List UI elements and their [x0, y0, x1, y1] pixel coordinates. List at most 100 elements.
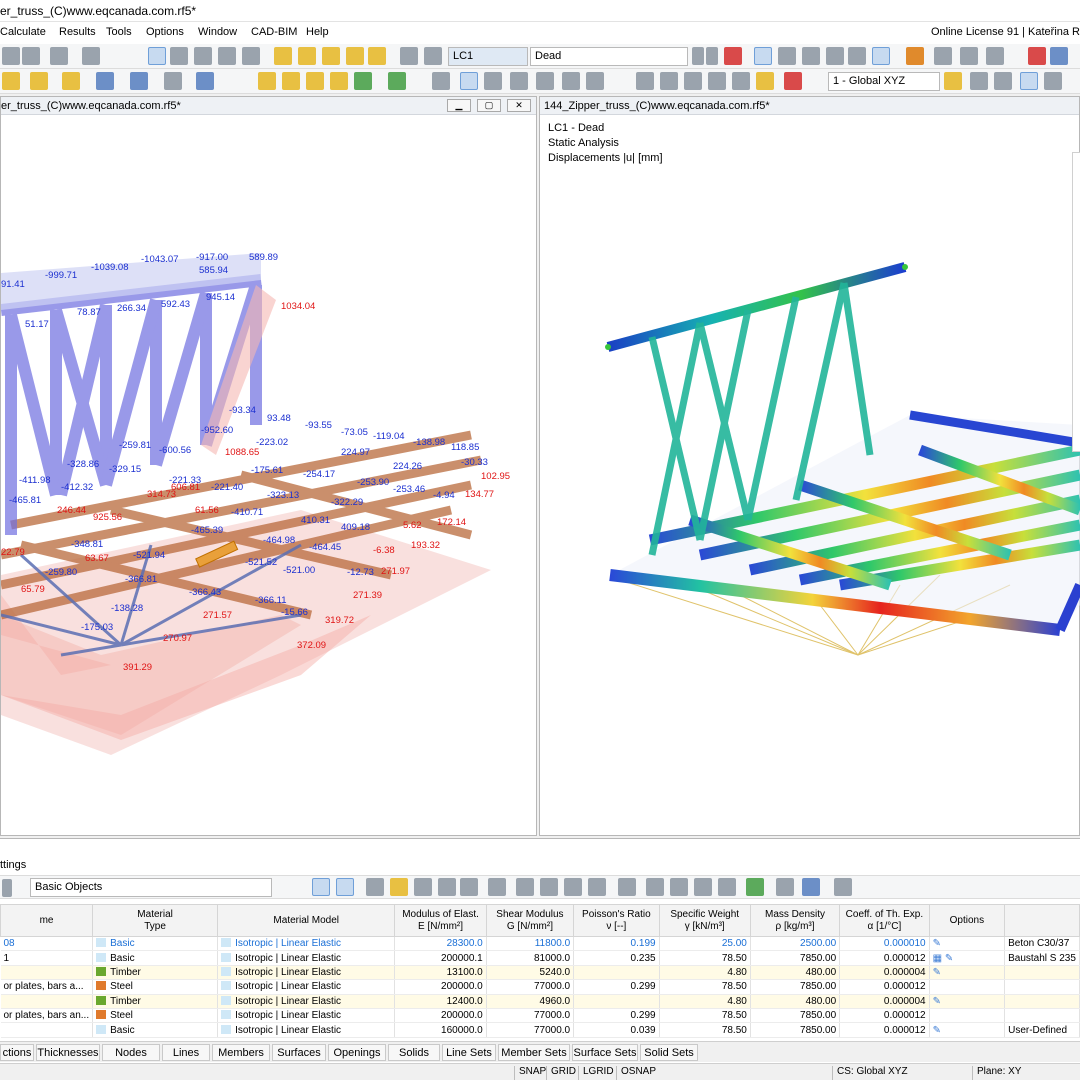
render-icon[interactable] — [732, 72, 750, 90]
tab-solids[interactable]: Solids — [388, 1044, 440, 1061]
formula-fx-icon[interactable] — [670, 878, 688, 896]
cube-icon[interactable] — [1050, 47, 1068, 65]
filter-unlink-icon[interactable] — [336, 878, 354, 896]
lgrid-toggle[interactable]: LGRID — [578, 1066, 614, 1080]
table-paste-icon[interactable] — [460, 878, 478, 896]
column-header[interactable] — [1004, 904, 1080, 937]
table-cell-rho[interactable]: 7850.00 — [750, 1008, 841, 1024]
close-button[interactable]: ✕ — [507, 99, 531, 112]
view-top-icon[interactable] — [536, 72, 554, 90]
export-icon[interactable] — [242, 47, 260, 65]
load-case-select[interactable]: Dead — [530, 47, 688, 66]
table-cell-name[interactable]: 08 — [0, 936, 94, 952]
table-cell-nu[interactable]: 0.299 — [573, 1008, 660, 1024]
table-cell-G[interactable]: 5240.0 — [486, 965, 575, 981]
pan-icon[interactable] — [660, 72, 678, 90]
table-cell-model[interactable]: Isotropic | Linear Elastic — [217, 936, 396, 952]
table-cell-E[interactable]: 200000.0 — [394, 1008, 487, 1024]
color-scale-icon[interactable] — [784, 72, 802, 90]
tab-surfaces[interactable]: Surfaces — [272, 1044, 326, 1061]
table-cell-type[interactable]: Timber — [92, 994, 219, 1009]
table-cell-rho[interactable]: 480.00 — [750, 994, 841, 1009]
stop-icon[interactable] — [1028, 47, 1046, 65]
column-header[interactable]: Specific Weight γ [kN/m³] — [658, 904, 751, 937]
table-sort-icon[interactable] — [516, 878, 534, 896]
column-header[interactable]: Material Model — [217, 904, 396, 937]
formula-ab-icon[interactable] — [646, 878, 664, 896]
opening-icon[interactable] — [164, 72, 182, 90]
table-cell-options[interactable] — [929, 979, 1006, 995]
guide-icon[interactable] — [354, 72, 372, 90]
wireframe-icon[interactable] — [586, 72, 604, 90]
table-row[interactable]: Basic Isotropic | Linear Elastic 160000.0 7… — [0, 1022, 1080, 1038]
table-view-icon[interactable] — [148, 47, 166, 65]
table-cell-rho[interactable]: 7850.00 — [750, 979, 841, 995]
snap-icon[interactable] — [388, 72, 406, 90]
table-cell-gamma[interactable]: 25.00 — [659, 936, 751, 952]
filter-icon[interactable] — [432, 72, 450, 90]
table-insert-icon[interactable] — [414, 878, 432, 896]
table-cell-options[interactable]: ✎ — [929, 994, 1006, 1009]
table-cell-gamma[interactable]: 4.80 — [659, 994, 751, 1009]
table-cell-extra[interactable] — [1004, 979, 1080, 995]
menu-results[interactable]: Results — [59, 26, 96, 38]
table-cell-options[interactable]: ✎ — [929, 936, 1006, 952]
table-add-icon[interactable] — [390, 878, 408, 896]
table-move2-icon[interactable] — [588, 878, 606, 896]
menu-help[interactable]: Help — [306, 26, 329, 38]
table-cell-alpha[interactable]: 0.000012 — [839, 1008, 930, 1024]
table-cell-model[interactable]: Isotropic | Linear Elastic — [217, 950, 396, 966]
panel-icon[interactable] — [170, 47, 188, 65]
table-cell-gamma[interactable]: 78.50 — [659, 979, 751, 995]
tab-lines[interactable]: Lines — [162, 1044, 210, 1061]
tab-ctions[interactable]: ctions — [0, 1044, 34, 1061]
arrow-right-icon[interactable] — [706, 47, 718, 65]
table-print-icon[interactable] — [776, 878, 794, 896]
tab-surface-sets[interactable]: Surface Sets — [572, 1044, 638, 1061]
snap-toggle[interactable]: SNAP — [514, 1066, 546, 1080]
table-cell-model[interactable]: Isotropic | Linear Elastic — [217, 994, 396, 1009]
support-line-icon[interactable] — [282, 72, 300, 90]
table-cell-options[interactable]: ✎ — [929, 965, 1006, 981]
coord-system-select[interactable]: 1 - Global XYZ — [828, 72, 940, 91]
view-front-icon[interactable] — [484, 72, 502, 90]
left-model-canvas[interactable]: -1043.07 -917.00 589.89 -999.71 -1039.08 585.… — [1, 115, 536, 835]
tab-members[interactable]: Members — [212, 1044, 270, 1061]
grid-toggle[interactable]: GRID — [546, 1066, 576, 1080]
decimal-icon[interactable] — [802, 878, 820, 896]
clip-icon[interactable] — [1044, 72, 1062, 90]
decimals-icon[interactable] — [934, 47, 952, 65]
column-header[interactable]: Options — [928, 904, 1006, 937]
table-cell-nu[interactable] — [573, 965, 660, 981]
table-cell-alpha[interactable]: 0.000004 — [839, 965, 930, 981]
section-icon[interactable] — [802, 47, 820, 65]
arrow-left-icon[interactable] — [692, 47, 704, 65]
visibility-icon[interactable] — [756, 72, 774, 90]
hinge-icon[interactable] — [306, 72, 324, 90]
table-cell-type[interactable]: Basic — [92, 936, 219, 952]
tool-icon[interactable] — [960, 47, 978, 65]
table-row[interactable]: 08 Basic Isotropic | Linear Elastic 28300.0… — [0, 936, 1080, 952]
table-cell-extra[interactable] — [1004, 994, 1080, 1009]
workplane-icon[interactable] — [944, 72, 962, 90]
osnap-toggle[interactable]: OSNAP — [616, 1066, 656, 1080]
table-view-toggle-icon[interactable] — [618, 878, 636, 896]
table-cell-alpha[interactable]: 0.000012 — [839, 979, 930, 995]
filter-link-icon[interactable] — [312, 878, 330, 896]
table-cell-extra[interactable]: Beton C30/37 — [1004, 936, 1080, 952]
object-filter-select[interactable]: Basic Objects — [30, 878, 272, 897]
tab-nodes[interactable]: Nodes — [102, 1044, 160, 1061]
tab-line-sets[interactable]: Line Sets — [442, 1044, 496, 1061]
calculate-icon[interactable] — [274, 47, 292, 65]
table-cut-icon[interactable] — [540, 878, 558, 896]
menu-cad-bim[interactable]: CAD-BIM — [251, 26, 297, 38]
surface-icon[interactable] — [96, 72, 114, 90]
table-cell-model[interactable]: Isotropic | Linear Elastic — [217, 965, 396, 981]
column-header[interactable]: Mass Density ρ [kg/m³] — [749, 904, 841, 937]
solid-icon[interactable] — [130, 72, 148, 90]
table-cell-options[interactable]: ▦ ✎ — [929, 950, 1006, 966]
table-cell-name[interactable]: or plates, bars a... — [0, 979, 94, 995]
table-copy-icon[interactable] — [438, 878, 456, 896]
table-move-icon[interactable] — [564, 878, 582, 896]
table-cell-E[interactable]: 160000.0 — [394, 1022, 487, 1038]
